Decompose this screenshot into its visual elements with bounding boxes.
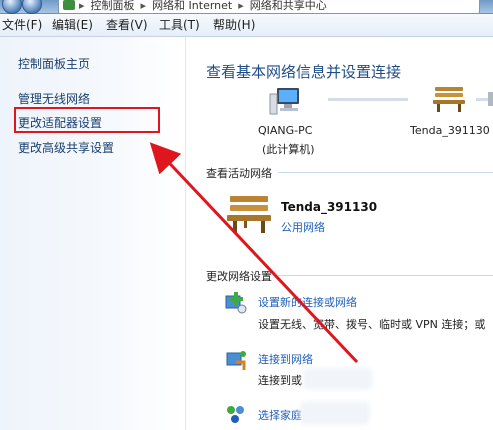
annotation-arrow xyxy=(149,142,359,364)
